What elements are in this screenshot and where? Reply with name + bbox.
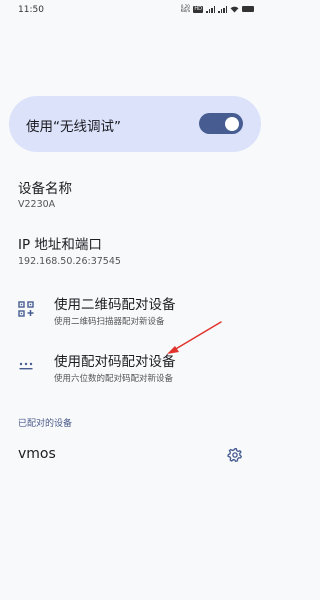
pair-code-title: 使用配对码配对设备 <box>54 354 176 370</box>
status-time: 11:50 <box>18 5 44 15</box>
pair-qr-subtitle: 使用二维码扫描器配对新设备 <box>54 317 165 327</box>
qr-code-scanner-icon <box>18 301 34 317</box>
signal-icon-2 <box>218 5 227 13</box>
status-bar: 11:50 0.20 KB/S HD <box>0 0 270 22</box>
device-name-title[interactable]: 设备名称 <box>18 177 72 197</box>
switch-thumb <box>225 116 239 131</box>
pair-code-subtitle: 使用六位数的配对码配对新设备 <box>54 374 174 384</box>
wireless-debugging-switch[interactable] <box>199 113 243 134</box>
battery-icon <box>242 6 254 12</box>
network-type-badge: HD <box>193 5 203 13</box>
pair-with-qr-code-item[interactable]: 使用二维码配对设备 使用二维码扫描器配对新设备 <box>0 293 270 339</box>
wifi-icon <box>230 6 239 12</box>
device-name-value: V2230A <box>18 199 56 210</box>
ip-address-title: IP 地址和端口 <box>18 237 102 253</box>
wireless-debugging-label: 使用“无线调试” <box>26 119 121 135</box>
ip-address-value: 192.168.50.26:37545 <box>18 256 121 267</box>
pair-qr-title: 使用二维码配对设备 <box>54 297 176 313</box>
network-speed: 0.20 KB/S <box>180 4 190 13</box>
wireless-debugging-toggle-card[interactable]: 使用“无线调试” <box>9 96 261 152</box>
paired-devices-header: 已配对的设备 <box>18 419 73 429</box>
gear-icon[interactable] <box>227 447 243 463</box>
dialpad-icon <box>19 362 33 370</box>
status-icons: 0.20 KB/S HD <box>180 5 254 13</box>
paired-device-name[interactable]: vmos <box>18 446 56 462</box>
signal-icon <box>206 5 215 13</box>
pair-with-code-item[interactable]: 使用配对码配对设备 使用六位数的配对码配对新设备 <box>0 350 270 396</box>
